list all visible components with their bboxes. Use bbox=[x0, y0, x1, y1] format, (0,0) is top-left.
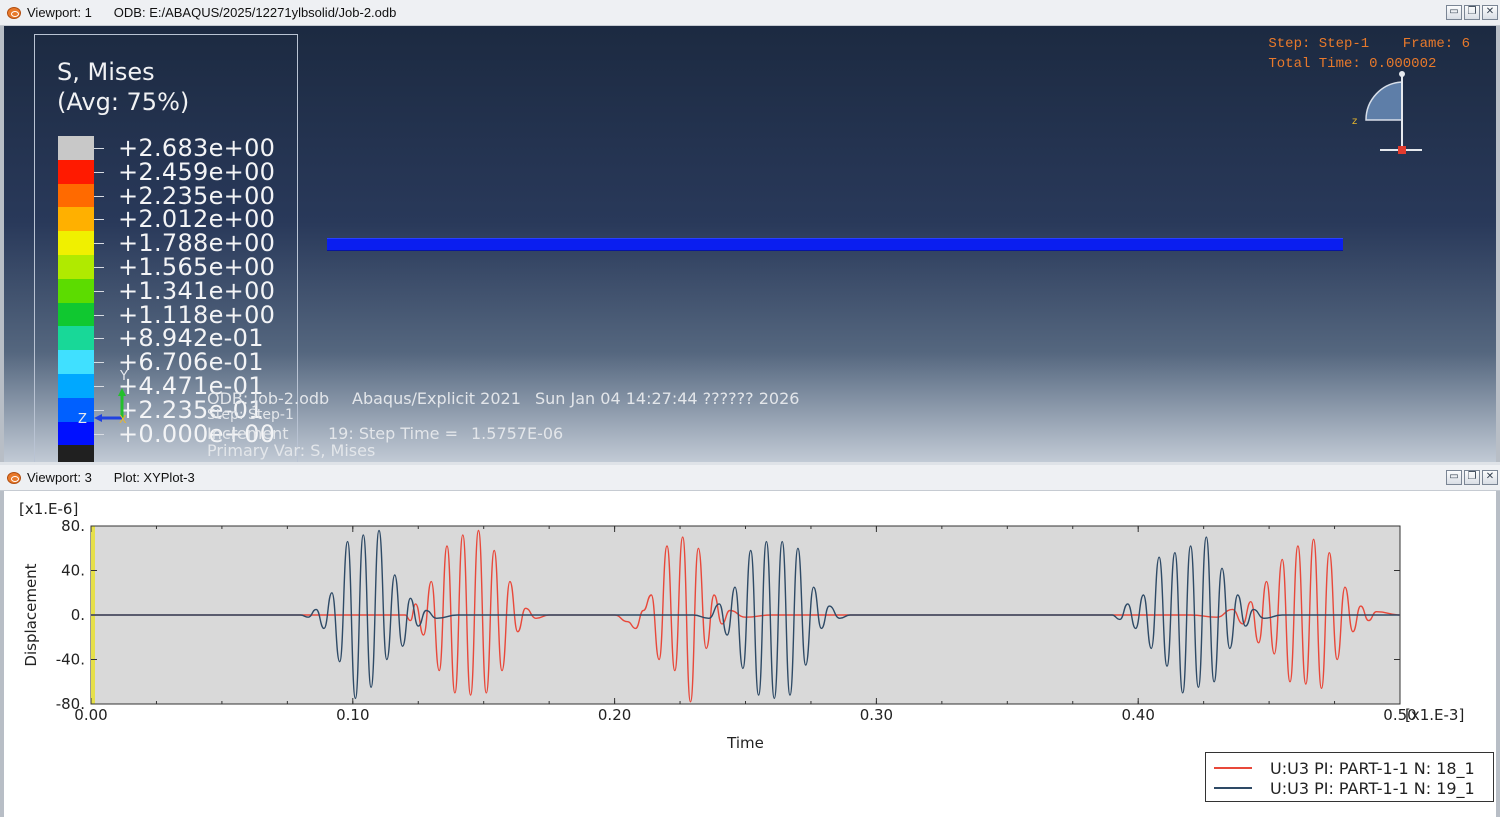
legend-entry-1: U:U3 PI: PART-1-1 N: 18_1 bbox=[1214, 758, 1475, 778]
color-bar-label: +2.683e+00 bbox=[118, 134, 276, 162]
color-bar-tick bbox=[94, 195, 104, 197]
color-bar-label: +2.235e+00 bbox=[118, 181, 276, 210]
color-bar-tick bbox=[94, 362, 104, 364]
view-orientation-icon: z bbox=[1352, 71, 1422, 154]
color-bar-tick bbox=[94, 243, 104, 245]
y-tick-label: 40. bbox=[61, 562, 85, 580]
xy-legend: U:U3 PI: PART-1-1 N: 18_1 U:U3 PI: PART-… bbox=[1205, 752, 1494, 802]
restore-button[interactable]: ❐ bbox=[1464, 470, 1480, 485]
status-solver: Abaqus/Explicit 2021 bbox=[352, 389, 521, 408]
color-bar-tick bbox=[94, 338, 104, 340]
color-bar-label: +8.942e-01 bbox=[118, 324, 264, 353]
axis-triad: Y Z X bbox=[78, 369, 128, 427]
color-bar-swatch bbox=[58, 136, 94, 160]
status-date: Sun Jan 04 14:27:44 ?????? 2026 bbox=[535, 389, 800, 408]
triad-z-label: Z bbox=[78, 412, 87, 427]
viewport-3-window-controls: ▭ ❐ ✕ bbox=[1446, 470, 1498, 485]
legend-title: S, Mises bbox=[57, 58, 155, 86]
y-tick-label: -40. bbox=[56, 651, 85, 669]
minimize-button[interactable]: ▭ bbox=[1446, 470, 1462, 485]
viewport-3-title: Viewport: 3 bbox=[27, 470, 92, 485]
color-bar-label: +1.341e+00 bbox=[118, 276, 276, 305]
y-axis-label: Displacement bbox=[22, 563, 40, 666]
abaqus-app-icon bbox=[7, 6, 21, 19]
legend-subtitle: (Avg: 75%) bbox=[57, 88, 190, 116]
viewport-3-titlebar[interactable]: Viewport: 3 Plot: XYPlot-3 ▭ ❐ ✕ bbox=[0, 465, 1500, 491]
triad-y-label: Y bbox=[119, 369, 128, 384]
legend-label-2: U:U3 PI: PART-1-1 N: 19_1 bbox=[1270, 778, 1475, 798]
color-bar-swatch bbox=[58, 159, 94, 184]
beam-model[interactable] bbox=[327, 238, 1343, 251]
color-bar-label: +1.565e+00 bbox=[118, 253, 276, 281]
viewport-1-window-controls: ▭ ❐ ✕ bbox=[1446, 5, 1498, 20]
color-bar-swatch bbox=[58, 445, 94, 462]
color-bar-tick bbox=[94, 171, 104, 173]
status-odb: ODB: Job-2.odb bbox=[207, 389, 330, 408]
plot-name: Plot: XYPlot-3 bbox=[113, 470, 195, 485]
color-bar-swatch bbox=[58, 326, 94, 351]
status-primary-var: Primary Var: S, Mises bbox=[207, 441, 376, 460]
x-multiplier: [x1.E-3] bbox=[1405, 706, 1464, 724]
color-bar-tick bbox=[94, 314, 104, 316]
legend-swatch-1 bbox=[1214, 767, 1252, 769]
color-bar-tick bbox=[94, 267, 104, 268]
x-tick-label: 0.10 bbox=[336, 706, 369, 724]
triad-x-label: X bbox=[119, 413, 127, 426]
color-bar-swatch bbox=[58, 231, 94, 255]
y-multiplier: [x1.E-6] bbox=[19, 500, 78, 518]
color-bar-label: +1.788e+00 bbox=[118, 229, 276, 258]
color-bar-tick bbox=[94, 219, 104, 221]
minimize-button[interactable]: ▭ bbox=[1446, 5, 1462, 20]
viewport-3-canvas[interactable]: 0.00 0.10 0.20 0.30 0.40 0.50 80. 40. 0. -40. -80.… bbox=[0, 491, 1500, 817]
abaqus-app-icon bbox=[7, 471, 21, 484]
restore-button[interactable]: ❐ bbox=[1464, 5, 1480, 20]
color-bar-tick bbox=[94, 290, 104, 292]
y-tick-label: 80. bbox=[61, 517, 85, 535]
status-step-time: 1.5757E-06 bbox=[471, 424, 564, 443]
color-bar-swatch bbox=[58, 207, 94, 232]
legend-swatch-2 bbox=[1214, 787, 1252, 789]
y-tick-label: -80. bbox=[56, 695, 85, 713]
viewport-1-title: Viewport: 1 bbox=[27, 5, 92, 20]
step-frame-line: Step: Step-1 Frame: 6 bbox=[1268, 36, 1470, 52]
orientation-axis-label: z bbox=[1352, 116, 1357, 127]
color-bar-swatch bbox=[58, 183, 94, 208]
color-bar-label: +2.012e+00 bbox=[118, 205, 276, 234]
close-button[interactable]: ✕ bbox=[1482, 5, 1498, 20]
viewport-1-titlebar[interactable]: Viewport: 1 ODB: E:/ABAQUS/2025/12271ylb… bbox=[0, 0, 1500, 26]
viewport-1-canvas[interactable]: S, Mises (Avg: 75%) +2.683e+00 +2.459e+00… bbox=[0, 26, 1500, 462]
color-bar-label: +1.118e+00 bbox=[118, 300, 276, 329]
x-tick-label: 0.40 bbox=[1121, 706, 1154, 724]
y-tick-label: 0. bbox=[71, 606, 85, 624]
color-bar-swatch bbox=[58, 278, 94, 303]
status-step: Step: Step-1 bbox=[207, 407, 294, 423]
legend-label-1: U:U3 PI: PART-1-1 N: 18_1 bbox=[1270, 758, 1475, 778]
x-axis-label: Time bbox=[726, 734, 764, 752]
color-bar-label: +2.459e+00 bbox=[118, 157, 276, 186]
color-bar-swatch bbox=[58, 302, 94, 327]
x-tick-label: 0.30 bbox=[860, 706, 893, 724]
color-bar-tick bbox=[94, 148, 104, 149]
color-bar-swatch bbox=[58, 254, 94, 279]
legend-entry-2: U:U3 PI: PART-1-1 N: 19_1 bbox=[1214, 778, 1475, 798]
x-tick-label: 0.20 bbox=[598, 706, 631, 724]
odb-path: ODB: E:/ABAQUS/2025/12271ylbsolid/Job-2.… bbox=[113, 5, 397, 20]
close-button[interactable]: ✕ bbox=[1482, 470, 1498, 485]
